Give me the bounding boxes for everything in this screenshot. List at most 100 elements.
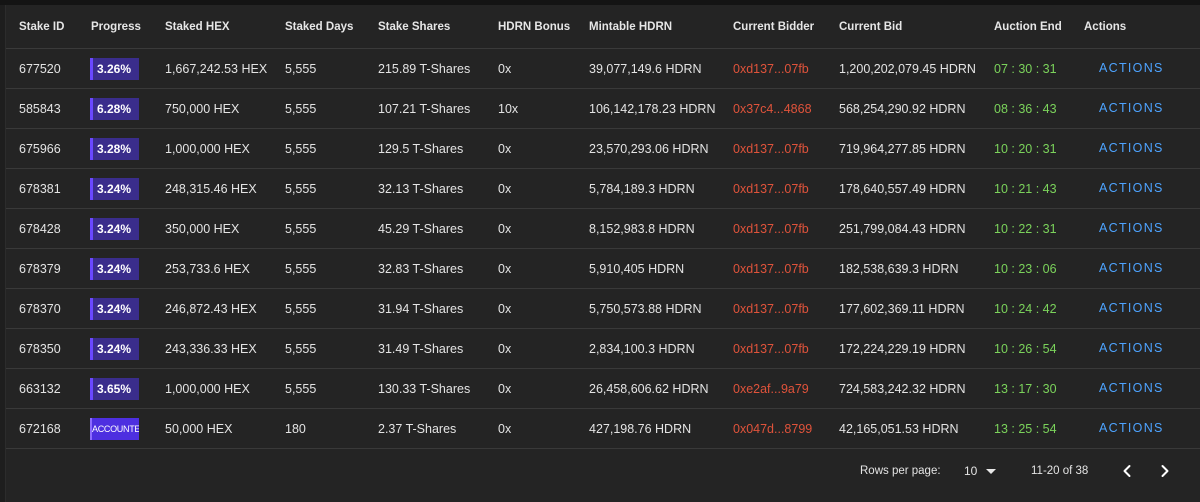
hdrn-bonus-cell: 0x <box>498 62 512 76</box>
stake-id-cell: 678379 <box>19 262 61 276</box>
col-staked-hex: Staked HEX <box>165 21 230 33</box>
stake-id-cell: 672168 <box>19 422 61 436</box>
mintable-hdrn-cell: 26,458,606.62 HDRN <box>589 382 709 396</box>
progress-badge: 3.24% <box>90 178 139 200</box>
current-bidder-cell[interactable]: 0xd137...07fb <box>733 302 809 316</box>
staked-days-cell: 5,555 <box>285 302 317 316</box>
current-bidder-cell[interactable]: 0x047d...8799 <box>733 422 812 436</box>
current-bidder-cell[interactable]: 0xd137...07fb <box>733 262 809 276</box>
progress-badge: 3.24% <box>90 258 139 280</box>
staked-days-cell: 5,555 <box>285 62 317 76</box>
actions-button[interactable]: ACTIONS <box>1099 141 1164 155</box>
hdrn-bonus-cell: 10x <box>498 102 519 116</box>
mintable-hdrn-cell: 39,077,149.6 HDRN <box>589 62 702 76</box>
stake-shares-cell: 2.37 T-Shares <box>378 422 457 436</box>
col-stake-id: Stake ID <box>19 21 65 33</box>
auction-end-cell: 13 : 17 : 30 <box>994 382 1057 396</box>
actions-button[interactable]: ACTIONS <box>1099 421 1164 435</box>
current-bidder-cell[interactable]: 0xd137...07fb <box>733 182 809 196</box>
table-row: 3.24% 678350 243,336.33 HEX 5,555 31.49 T-Sh… <box>6 329 1200 369</box>
stake-id-cell: 678370 <box>19 302 61 316</box>
stake-id-cell: 678428 <box>19 222 61 236</box>
stake-shares-cell: 31.49 T-Shares <box>378 342 464 356</box>
current-bid-cell: 177,602,369.11 HDRN <box>839 302 965 316</box>
current-bid-cell: 1,200,202,079.45 HDRN <box>839 62 976 76</box>
actions-button[interactable]: ACTIONS <box>1099 101 1164 115</box>
hdrn-bonus-cell: 0x <box>498 422 512 436</box>
staked-hex-cell: 253,733.6 HEX <box>165 262 250 276</box>
table-row: 3.24% 678381 248,315.46 HEX 5,555 32.13 T-Sh… <box>6 169 1200 209</box>
col-hdrn-bonus: HDRN Bonus <box>498 21 571 33</box>
staked-days-cell: 5,555 <box>285 382 317 396</box>
actions-button[interactable]: ACTIONS <box>1099 221 1164 235</box>
actions-button[interactable]: ACTIONS <box>1099 261 1164 275</box>
actions-button[interactable]: ACTIONS <box>1099 61 1164 75</box>
actions-button[interactable]: ACTIONS <box>1099 301 1164 315</box>
current-bid-cell: 178,640,557.49 HDRN <box>839 182 966 196</box>
auction-end-cell: 10 : 26 : 54 <box>994 342 1057 356</box>
mintable-hdrn-cell: 8,152,983.8 HDRN <box>589 222 695 236</box>
progress-badge: 3.24% <box>90 218 139 240</box>
col-auction-end: Auction End <box>994 21 1062 33</box>
table-row: 3.24% 678428 350,000 HEX 5,555 45.29 T-Share… <box>6 209 1200 249</box>
mintable-hdrn-cell: 23,570,293.06 HDRN <box>589 142 709 156</box>
auction-end-cell: 10 : 22 : 31 <box>994 222 1057 236</box>
mintable-hdrn-cell: 5,750,573.88 HDRN <box>589 302 702 316</box>
mintable-hdrn-cell: 2,834,100.3 HDRN <box>589 342 695 356</box>
mintable-hdrn-cell: 5,784,189.3 HDRN <box>589 182 695 196</box>
mintable-hdrn-cell: 5,910,405 HDRN <box>589 262 685 276</box>
table-row: 6.28% 585843 750,000 HEX 5,555 107.21 T-Shar… <box>6 89 1200 129</box>
pagination-bar: Rows per page: 10 11-20 of 38 <box>6 445 1200 502</box>
rows-per-page-value: 10 <box>964 464 978 478</box>
actions-button[interactable]: ACTIONS <box>1099 381 1164 395</box>
current-bidder-cell[interactable]: 0xe2af...9a79 <box>733 382 809 396</box>
hdrn-bonus-cell: 0x <box>498 142 512 156</box>
stake-shares-cell: 32.13 T-Shares <box>378 182 464 196</box>
col-mintable-hdrn: Mintable HDRN <box>589 21 673 33</box>
page-range-text: 11-20 of 38 <box>1031 465 1089 477</box>
stake-shares-cell: 107.21 T-Shares <box>378 102 471 116</box>
prev-page-button[interactable] <box>1117 461 1137 481</box>
stake-shares-cell: 215.89 T-Shares <box>378 62 471 76</box>
caret-down-icon <box>986 469 996 474</box>
chevron-left-icon <box>1123 465 1131 477</box>
stake-id-cell: 677520 <box>19 62 61 76</box>
staked-days-cell: 180 <box>285 422 306 436</box>
staked-hex-cell: 1,667,242.53 HEX <box>165 62 268 76</box>
stake-id-cell: 675966 <box>19 142 61 156</box>
rows-per-page-label: Rows per page: <box>860 465 941 477</box>
stake-id-cell: 678350 <box>19 342 61 356</box>
current-bid-cell: 42,165,051.53 HDRN <box>839 422 959 436</box>
actions-button[interactable]: ACTIONS <box>1099 181 1164 195</box>
progress-badge: ACCOUNTED <box>90 418 139 440</box>
rows-per-page-select[interactable]: 10 <box>963 460 1003 482</box>
progress-badge: 3.28% <box>90 138 139 160</box>
table-row: 3.26% 677520 1,667,242.53 HEX 5,555 215.89 T… <box>6 49 1200 89</box>
progress-badge: 3.26% <box>90 58 139 80</box>
stake-shares-cell: 130.33 T-Shares <box>378 382 471 396</box>
next-page-button[interactable] <box>1155 461 1175 481</box>
col-staked-days: Staked Days <box>285 21 354 33</box>
staked-days-cell: 5,555 <box>285 182 317 196</box>
auction-end-cell: 10 : 24 : 42 <box>994 302 1057 316</box>
stake-shares-cell: 129.5 T-Shares <box>378 142 464 156</box>
staked-hex-cell: 246,872.43 HEX <box>165 302 257 316</box>
hdrn-bonus-cell: 0x <box>498 302 512 316</box>
staked-days-cell: 5,555 <box>285 342 317 356</box>
current-bid-cell: 251,799,084.43 HDRN <box>839 222 966 236</box>
auction-end-cell: 10 : 20 : 31 <box>994 142 1057 156</box>
current-bid-cell: 182,538,639.3 HDRN <box>839 262 959 276</box>
current-bidder-cell[interactable]: 0x37c4...4868 <box>733 102 812 116</box>
current-bid-cell: 719,964,277.85 HDRN <box>839 142 966 156</box>
table-row: 3.28% 675966 1,000,000 HEX 5,555 129.5 T-Sha… <box>6 129 1200 169</box>
staked-hex-cell: 243,336.33 HEX <box>165 342 257 356</box>
table-row: 3.24% 678379 253,733.6 HEX 5,555 32.83 T-Sha… <box>6 249 1200 289</box>
current-bidder-cell[interactable]: 0xd137...07fb <box>733 342 809 356</box>
current-bidder-cell[interactable]: 0xd137...07fb <box>733 222 809 236</box>
current-bidder-cell[interactable]: 0xd137...07fb <box>733 142 809 156</box>
current-bidder-cell[interactable]: 0xd137...07fb <box>733 62 809 76</box>
table-row: 3.24% 678370 246,872.43 HEX 5,555 31.94 T-Sh… <box>6 289 1200 329</box>
current-bid-cell: 724,583,242.32 HDRN <box>839 382 966 396</box>
actions-button[interactable]: ACTIONS <box>1099 341 1164 355</box>
staked-days-cell: 5,555 <box>285 262 317 276</box>
